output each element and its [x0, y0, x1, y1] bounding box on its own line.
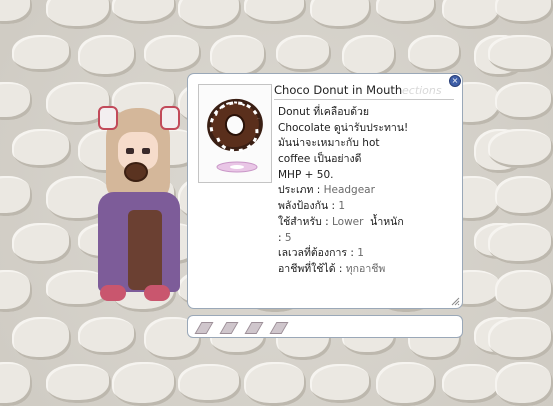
- cobblestone: [112, 0, 176, 24]
- card-slot: [269, 322, 289, 334]
- cobblestone: [488, 35, 553, 72]
- item-job-label: อาชีพที่ใช้ได้ :: [278, 262, 346, 275]
- choco-donut-icon: [207, 98, 263, 173]
- cobblestone: [0, 362, 32, 406]
- item-type-value: Headgear: [323, 184, 375, 197]
- description-line: coffee เป็นอย่างดี: [278, 153, 362, 166]
- item-weight-value: 5: [284, 231, 292, 244]
- item-job-value: ทุกอาชีพ: [345, 262, 386, 275]
- item-job-row: อาชีพที่ใช้ได้ : ทุกอาชีพ: [278, 262, 458, 278]
- cobblestone: [210, 35, 266, 77]
- right-hair-bow: [160, 106, 180, 130]
- cobblestone: [12, 223, 71, 264]
- cobblestone: [46, 364, 111, 403]
- cobblestone: [78, 35, 136, 77]
- title-watermark: ections: [402, 84, 442, 97]
- cobblestone: [78, 317, 136, 355]
- item-title-bar[interactable]: Choco Donut in Mouth ections: [274, 82, 454, 100]
- cobblestone: [488, 129, 553, 168]
- cobblestone: [310, 0, 371, 29]
- card-slot: [219, 322, 239, 334]
- right-eye: [142, 148, 150, 154]
- cobblestone: [0, 0, 32, 24]
- cobblestone: [495, 82, 553, 120]
- cobblestone: [408, 35, 461, 72]
- left-hair-bow: [98, 106, 118, 130]
- item-defense-value: 1: [338, 200, 346, 213]
- cobblestone: [112, 362, 176, 406]
- cobblestone: [0, 82, 32, 120]
- item-description-window[interactable]: × Choco Donut in Mouth ections Donut ที่…: [187, 73, 463, 309]
- cobblestone: [495, 362, 553, 406]
- description-line: MHP + 50.: [278, 168, 334, 181]
- cobblestone: [0, 270, 32, 312]
- description-line: Donut ที่เคลือบด้วย: [278, 106, 370, 118]
- cobblestone: [178, 0, 241, 29]
- cobblestone: [12, 35, 71, 72]
- cobblestone: [310, 364, 371, 403]
- left-eye: [126, 148, 134, 154]
- item-usable-label: ใช้สำหรับ :: [278, 215, 332, 228]
- item-image-frame: [198, 84, 272, 183]
- item-weight-row: : 5: [278, 231, 458, 247]
- cobblestone: [144, 35, 201, 72]
- cobblestone: [488, 317, 553, 360]
- item-defense-label: พลังป้องกัน :: [278, 200, 339, 213]
- right-shoe: [144, 285, 170, 301]
- item-weight-colon: :: [278, 231, 282, 244]
- player-character[interactable]: [88, 100, 188, 315]
- cobblestone: [495, 0, 553, 24]
- item-usable-row: ใช้สำหรับ : Lower น้ำหนัก: [278, 215, 458, 231]
- item-level-value: 1: [357, 247, 364, 260]
- card-slot: [244, 322, 264, 334]
- cobblestone: [244, 0, 306, 24]
- cobblestone: [0, 176, 32, 216]
- cobblestone: [178, 364, 241, 403]
- cobblestone: [12, 129, 71, 168]
- cobblestone: [342, 35, 396, 77]
- cobblestone: [376, 0, 436, 24]
- card-slot-bar: [187, 315, 463, 338]
- title-underline: [274, 99, 454, 100]
- cobblestone: [442, 0, 501, 29]
- description-line: มันน่าจะเหมาะกับ hot: [278, 137, 380, 150]
- item-usable-value: Lower: [332, 215, 364, 228]
- cobblestone: [488, 223, 553, 264]
- left-shoe: [100, 285, 126, 301]
- item-level-row: เลเวลที่ต้องการ : 1: [278, 246, 458, 262]
- character-skirt: [128, 210, 162, 290]
- item-defense-row: พลังป้องกัน : 1: [278, 199, 458, 215]
- cobblestone: [376, 362, 436, 406]
- item-name: Choco Donut in Mouth: [274, 83, 403, 97]
- item-level-label: เลเวลที่ต้องการ :: [278, 247, 358, 260]
- cobblestone: [276, 35, 331, 72]
- item-type-label: ประเภท :: [278, 184, 324, 197]
- donut-in-mouth: [124, 162, 148, 182]
- item-type-row: ประเภท : Headgear: [278, 183, 458, 199]
- card-slot: [194, 322, 214, 334]
- resize-grip-icon[interactable]: [450, 296, 460, 306]
- cobblestone: [46, 0, 111, 29]
- item-weight-label: น้ำหนัก: [370, 215, 404, 228]
- cobblestone: [244, 362, 306, 406]
- cobblestone: [442, 364, 501, 403]
- cobblestone: [495, 176, 553, 216]
- description-line: Chocolate ดูน่ารับประทาน!: [278, 121, 409, 134]
- item-description: Donut ที่เคลือบด้วย Chocolate ดูน่ารับปร…: [278, 105, 458, 278]
- cobblestone: [495, 270, 553, 312]
- cobblestone: [12, 317, 71, 360]
